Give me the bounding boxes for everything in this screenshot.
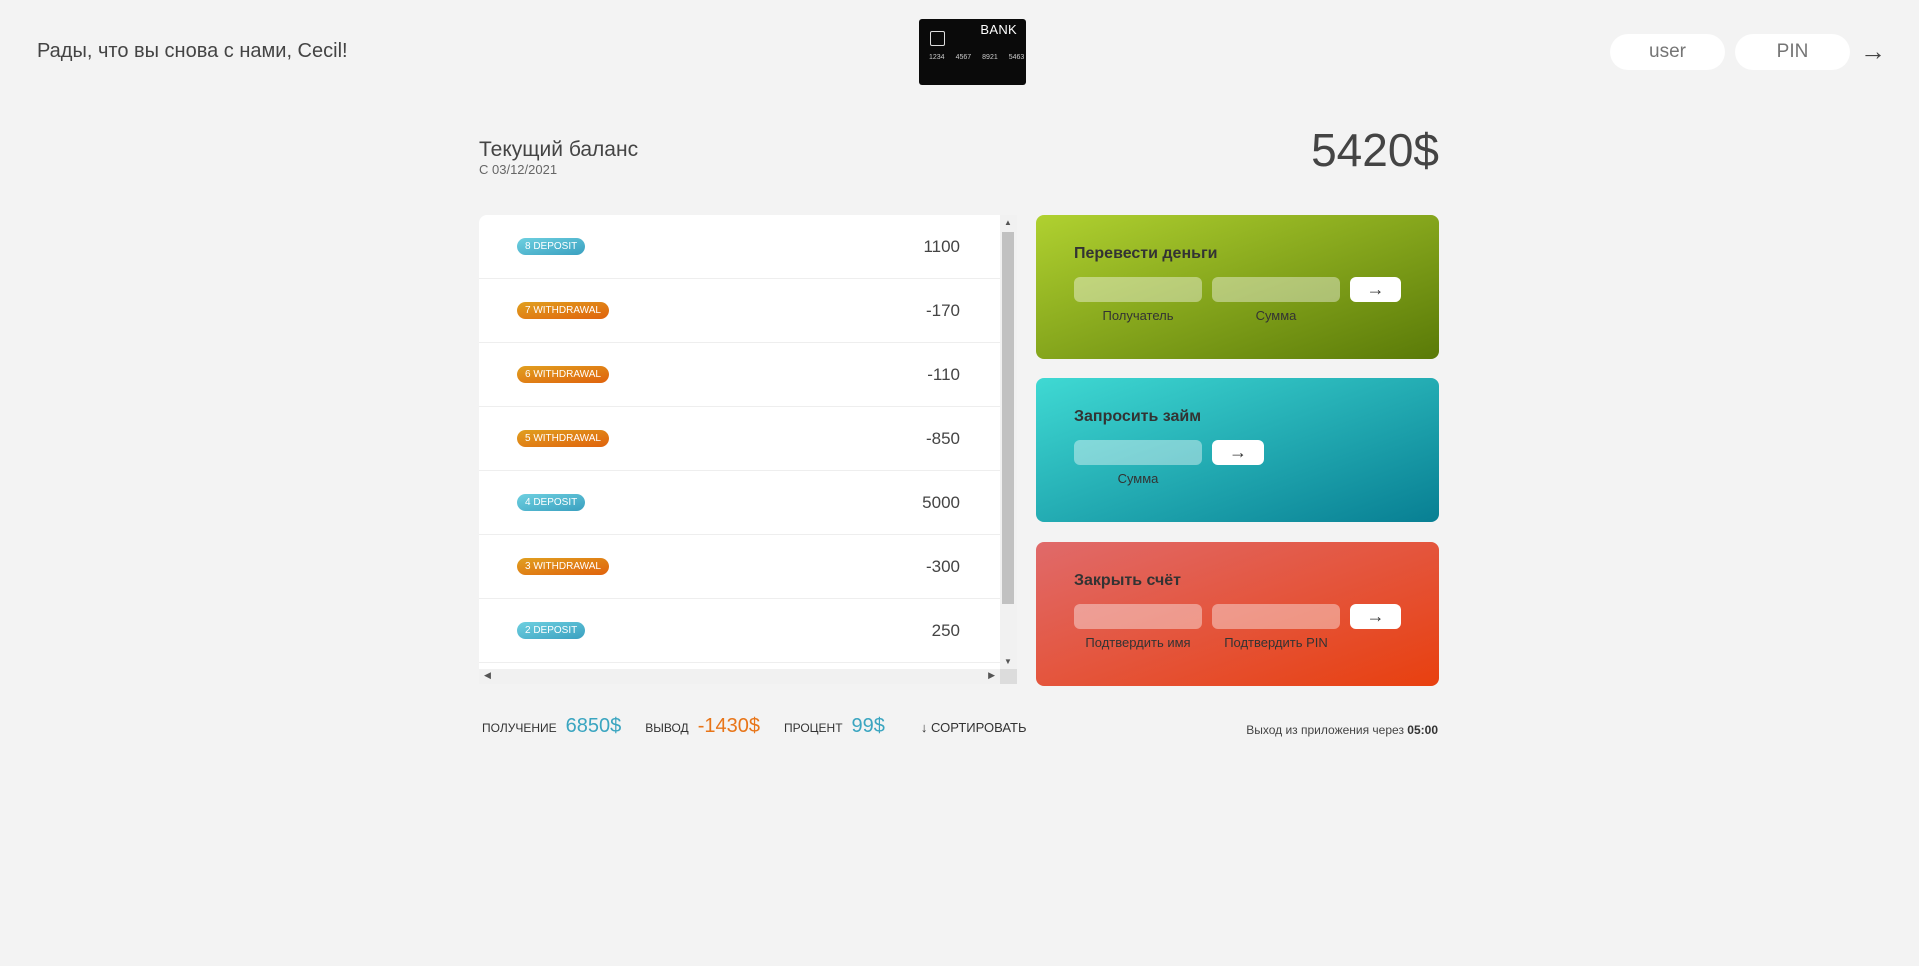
summary-out-value: -1430$ [697, 715, 760, 737]
transfer-submit-button[interactable]: → [1350, 277, 1401, 302]
close-form: Подтвердить имя Подтвердить PIN → [1074, 604, 1401, 650]
scroll-up-arrow-icon[interactable]: ▲ [1004, 218, 1012, 227]
login-arrow-button[interactable]: → [1860, 36, 1886, 67]
movement-row: 6 WITHDRAWAL -110 [479, 343, 1000, 407]
movement-row: 7 WITHDRAWAL -170 [479, 279, 1000, 343]
summary-out-label: ВЫВОД [645, 721, 689, 735]
loan-panel: Запросить займ Сумма → [1036, 378, 1439, 522]
close-pin-input[interactable] [1212, 604, 1340, 629]
loan-submit-button[interactable]: → [1212, 440, 1264, 465]
welcome-message: Рады, что вы снова с нами, Cecil! [37, 40, 348, 62]
movement-type-badge: 8 DEPOSIT [517, 238, 586, 255]
summary-interest-value: 99$ [851, 715, 885, 737]
summary-interest-label: ПРОЦЕНТ [783, 721, 843, 735]
summary-in-label: ПОЛУЧЕНИЕ [482, 721, 557, 735]
balance-label: Текущий баланс [479, 138, 639, 161]
movement-value: 250 [931, 620, 960, 640]
balance-value: 5420$ [1311, 124, 1439, 176]
transfer-panel: Перевести деньги Получатель Сумма → [1036, 215, 1439, 359]
logout-timer-value: 05:00 [1407, 723, 1438, 737]
movement-row: 4 DEPOSIT 5000 [479, 471, 1000, 535]
summary-bar: ПОЛУЧЕНИЕ 6850$ ВЫВОД -1430$ ПРОЦЕНТ 99$… [482, 715, 1026, 738]
scrollbar-corner [1000, 669, 1017, 684]
transfer-amount-input[interactable] [1212, 277, 1340, 302]
bank-card-logo: BANK 1234 4567 8921 5463 [919, 19, 1026, 85]
movement-row: 2 DEPOSIT 250 [479, 599, 1000, 663]
logout-timer-text: Выход из приложения через [1246, 723, 1404, 737]
logo-bank-text: BANK [980, 22, 1017, 37]
scroll-right-arrow-icon[interactable]: ▶ [988, 670, 995, 681]
movement-value: -170 [925, 300, 960, 320]
close-user-label: Подтвердить имя [1085, 635, 1191, 650]
movements-list[interactable]: 8 DEPOSIT 1100 7 WITHDRAWAL -170 6 WITHD… [479, 215, 1017, 684]
movement-type-badge: 2 DEPOSIT [517, 622, 586, 639]
movement-value: -110 [927, 364, 960, 384]
movement-row: 5 WITHDRAWAL -850 [479, 407, 1000, 471]
logo-card-number: 8921 [982, 54, 998, 61]
transfer-form: Получатель Сумма → [1074, 277, 1401, 323]
close-submit-button[interactable]: → [1350, 604, 1401, 629]
movement-type-badge: 3 WITHDRAWAL [517, 558, 609, 575]
movement-value: -850 [925, 428, 960, 448]
movement-type-badge: 4 DEPOSIT [517, 494, 586, 511]
logo-card-number: 5463 [1008, 54, 1025, 61]
transfer-to-label: Получатель [1102, 308, 1174, 323]
movement-value: 1100 [923, 236, 960, 256]
movement-row: 8 DEPOSIT 1100 [479, 215, 1000, 279]
chip-icon [930, 31, 945, 46]
logo-card-numbers: 1234 4567 8921 5463 [929, 54, 1024, 61]
sort-button[interactable]: ↓ СОРТИРОВАТЬ [921, 720, 1027, 735]
scroll-down-arrow-icon[interactable]: ▼ [1004, 657, 1012, 666]
loan-amount-input[interactable] [1074, 440, 1202, 465]
movement-row: 3 WITHDRAWAL -300 [479, 535, 1000, 599]
login-user-input[interactable] [1610, 34, 1725, 70]
logo-card-number: 1234 [929, 54, 945, 61]
scrollbar-thumb[interactable] [1002, 232, 1014, 604]
transfer-amount-label: Сумма [1255, 308, 1297, 323]
balance-date: С 03/12/2021 [479, 162, 558, 177]
movement-value: -300 [925, 556, 960, 576]
close-title: Закрыть счёт [1074, 572, 1181, 589]
movement-type-badge: 5 WITHDRAWAL [517, 430, 609, 447]
loan-amount-label: Сумма [1117, 471, 1159, 486]
horizontal-scrollbar[interactable]: ◀ ▶ [479, 669, 1000, 684]
logout-timer: Выход из приложения через 05:00 [1246, 723, 1438, 737]
loan-title: Запросить займ [1074, 408, 1202, 425]
summary-in-value: 6850$ [565, 715, 622, 737]
loan-form: Сумма → [1074, 440, 1401, 486]
movement-value: 5000 [922, 492, 960, 512]
scroll-left-arrow-icon[interactable]: ◀ [484, 670, 491, 681]
login-pin-input[interactable] [1735, 34, 1850, 70]
vertical-scrollbar[interactable]: ▲ ▼ [1000, 215, 1017, 669]
movement-type-badge: 7 WITHDRAWAL [517, 302, 609, 319]
close-pin-label: Подтвердить PIN [1224, 635, 1328, 650]
close-account-panel: Закрыть счёт Подтвердить имя Подтвердить… [1036, 542, 1439, 686]
transfer-title: Перевести деньги [1074, 245, 1218, 262]
movement-type-badge: 6 WITHDRAWAL [517, 366, 609, 383]
logo-card-number: 4567 [955, 54, 972, 61]
close-user-input[interactable] [1074, 604, 1202, 629]
transfer-to-input[interactable] [1074, 277, 1202, 302]
